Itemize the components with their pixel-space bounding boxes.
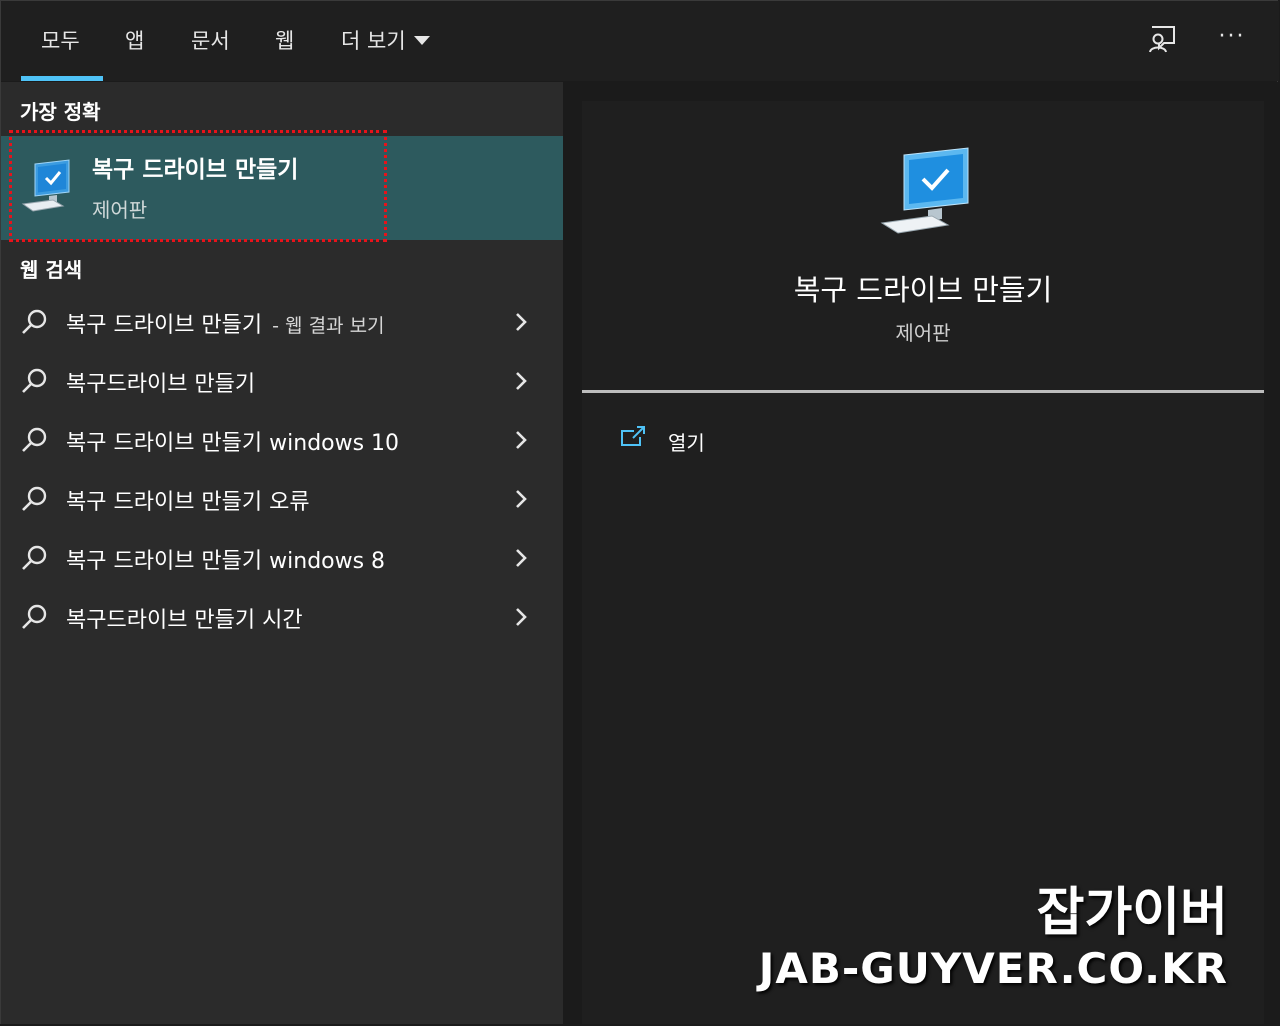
- search-icon: [22, 427, 47, 452]
- web-result-item[interactable]: 복구 드라이브 만들기 - 웹 결과 보기: [1, 292, 563, 351]
- web-result-label: 복구 드라이브 만들기 windows 10: [66, 425, 399, 457]
- caret-down-icon: [413, 35, 430, 45]
- web-search-heading: 웹 검색: [20, 258, 83, 282]
- open-external-icon: [621, 426, 645, 446]
- watermark-name: 잡가이버: [1036, 883, 1228, 943]
- tab-web[interactable]: 웹: [275, 25, 294, 55]
- web-result-label: 복구드라이브 만들기: [66, 366, 255, 398]
- web-result-item[interactable]: 복구드라이브 만들기: [1, 351, 563, 410]
- search-icon: [22, 309, 47, 334]
- web-result-label: 복구 드라이브 만들기 windows 8: [66, 543, 385, 575]
- tab-apps[interactable]: 앱: [125, 25, 144, 55]
- tab-more[interactable]: 더 보기: [341, 25, 430, 55]
- chevron-right-icon: [516, 490, 527, 508]
- web-result-text: 복구 드라이브 만들기 windows 8: [66, 549, 386, 574]
- web-result-label: 복구드라이브 만들기 시간: [66, 602, 303, 634]
- highlight-annotation-box: [9, 130, 387, 242]
- results-panel: 가장 정확 복구 드라이브 만들기 제어판 웹 검색 복구 드라이브 만들기 - …: [1, 82, 563, 1024]
- best-match-heading: 가장 정확: [20, 100, 101, 124]
- chevron-right-icon: [516, 372, 527, 390]
- web-result-text: 복구 드라이브 만들기: [66, 313, 263, 338]
- web-result-item[interactable]: 복구드라이브 만들기 시간: [1, 587, 563, 646]
- tab-more-label: 더 보기: [341, 29, 406, 53]
- web-result-item[interactable]: 복구 드라이브 만들기 windows 10: [1, 410, 563, 469]
- web-result-label: 복구 드라이브 만들기 오류: [66, 484, 310, 516]
- search-icon: [22, 368, 47, 393]
- feedback-icon: [1149, 26, 1175, 53]
- web-result-suffix: - 웹 결과 보기: [272, 315, 385, 337]
- computer-check-icon: [880, 147, 969, 234]
- detail-title: 복구 드라이브 만들기: [793, 273, 1053, 307]
- web-result-text: 복구 드라이브 만들기 windows 10: [66, 431, 400, 456]
- feedback-button[interactable]: [1147, 23, 1179, 55]
- tab-documents[interactable]: 문서: [191, 25, 230, 55]
- web-search-list: 복구 드라이브 만들기 - 웹 결과 보기 복구드라이브 만들기 복구 드라이브 …: [1, 292, 563, 646]
- search-icon: [22, 486, 47, 511]
- search-icon: [22, 545, 47, 570]
- open-action[interactable]: 열기: [620, 421, 820, 457]
- tab-all[interactable]: 모두: [41, 25, 80, 55]
- detail-subtitle: 제어판: [895, 321, 951, 345]
- search-top-bar: 모두 앱 문서 웹 더 보기 ···: [1, 1, 1279, 81]
- chevron-right-icon: [516, 608, 527, 626]
- chevron-right-icon: [516, 431, 527, 449]
- ellipsis-icon: ···: [1218, 24, 1246, 49]
- web-result-text: 복구드라이브 만들기 시간: [66, 608, 303, 633]
- web-result-label: 복구 드라이브 만들기 - 웹 결과 보기: [66, 307, 385, 339]
- more-options-button[interactable]: ···: [1215, 23, 1249, 55]
- web-result-text: 복구드라이브 만들기: [66, 372, 256, 397]
- detail-divider: [582, 390, 1264, 393]
- selected-tab-indicator: [21, 76, 103, 81]
- chevron-right-icon: [516, 549, 527, 567]
- web-result-text: 복구 드라이브 만들기 오류: [66, 490, 310, 515]
- chevron-right-icon: [516, 313, 527, 331]
- watermark-url: JAB-GUYVER.CO.KR: [758, 944, 1228, 993]
- open-action-label: 열기: [668, 431, 705, 455]
- search-icon: [22, 604, 47, 629]
- web-result-item[interactable]: 복구 드라이브 만들기 오류: [1, 469, 563, 528]
- web-result-item[interactable]: 복구 드라이브 만들기 windows 8: [1, 528, 563, 587]
